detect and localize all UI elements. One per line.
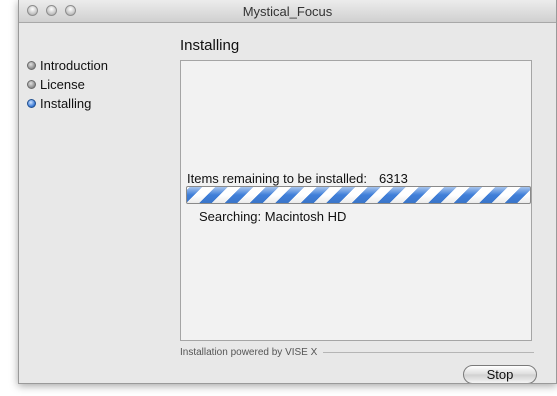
install-progress-bar (186, 186, 531, 204)
status-text: Searching: Macintosh HD (199, 209, 347, 224)
footer-divider (323, 352, 534, 353)
step-label: Introduction (40, 57, 108, 73)
step-introduction: Introduction (27, 56, 167, 74)
powered-by-label: Installation powered by VISE X (180, 347, 318, 358)
step-bullet-icon (27, 79, 36, 89)
stop-button[interactable]: Stop (463, 365, 537, 383)
step-active-bullet-icon (27, 98, 36, 108)
installer-window: Mystical_Focus Introduction License Inst… (18, 0, 557, 384)
install-status-panel: Items remaining to be installed: 6313 Sea… (180, 60, 532, 341)
items-remaining-count: 6313 (378, 171, 408, 186)
section-title: Installing (180, 37, 240, 54)
footer: Installation powered by VISE X (180, 347, 534, 358)
step-license: License (27, 75, 167, 93)
title-bar[interactable]: Mystical_Focus (19, 0, 556, 23)
items-remaining: Items remaining to be installed: 6313 (187, 171, 408, 186)
window-title: Mystical_Focus (242, 4, 333, 19)
step-label: License (40, 76, 85, 92)
step-installing: Installing (27, 94, 167, 112)
step-bullet-icon (27, 60, 36, 70)
items-remaining-label: Items remaining to be installed: (187, 171, 367, 186)
step-label: Installing (40, 95, 92, 111)
steps-sidebar: Introduction License Installing (27, 56, 167, 113)
